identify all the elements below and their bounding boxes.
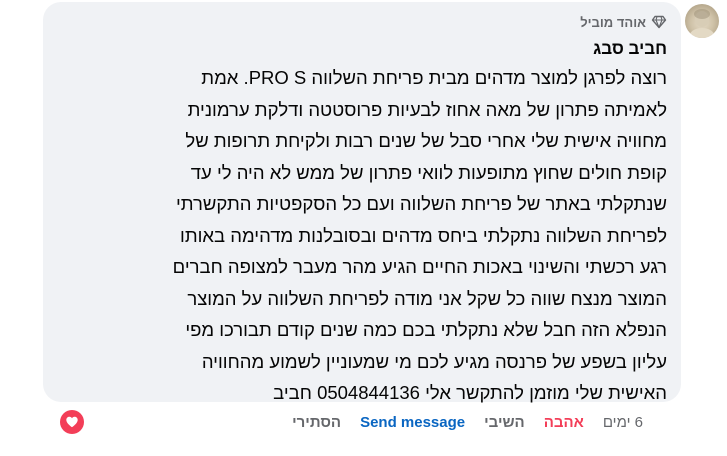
avatar-image [689, 9, 715, 38]
comment-line: מחוויה אישית שלי אחרי סבל של שנים רבות ו… [185, 130, 667, 151]
avatar[interactable] [685, 4, 719, 38]
send-message-button[interactable]: Send message [360, 414, 465, 431]
reply-button[interactable]: השיבי [484, 414, 525, 431]
comment-line: האישית שלי מוזמן להתקשר אלי 0504844136 ח… [273, 382, 667, 403]
love-button[interactable]: אהבה [544, 414, 584, 431]
author-name[interactable]: חביב סבג [55, 38, 667, 60]
comment-line: הנפלא הזה חבל שלא נתקלתי בכם כמה שנים קו… [185, 319, 667, 340]
comment-text: רוצה לפרגן למוצר מדהים מבית פריחת השלווה… [55, 62, 667, 409]
top-fan-badge: אוהד מוביל [55, 12, 667, 32]
diamond-icon [651, 14, 667, 30]
comment-line: לאמיתה פתרון של מאה אחוז לבעיות פרוסטטה … [187, 98, 667, 120]
comment-line: עליון בשפע של פרנסה מגיע לכם מי שמעוניין… [201, 350, 667, 372]
comment-timestamp[interactable]: 6 ימים [603, 414, 643, 431]
comment-line: המוצר מנצח שווה כל שקל אני מודה לפריחת ה… [187, 287, 667, 309]
badge-label: אוהד מוביל [580, 14, 646, 30]
comment-bubble: אוהד מוביל חביב סבג רוצה לפרגן למוצר מדה… [43, 2, 681, 403]
hide-button[interactable]: הסתירי [292, 414, 341, 431]
comment-line: רוצה לפרגן למוצר מדהים מבית פריחת השלווה… [201, 67, 667, 88]
heart-icon [66, 416, 78, 428]
comment-line: רגע רכשתי והשינוי באכות החיים הגיע מהר מ… [172, 256, 667, 277]
comment-line: קופת חולים שחוץ מתופעות לוואי פתרון של מ… [190, 161, 667, 183]
comment-actions: 6 ימים אהבה השיבי Send message הסתירי [273, 410, 643, 434]
comment-container: אוהד מוביל חביב סבג רוצה לפרגן למוצר מדה… [0, 0, 727, 456]
comment-line: שנתקלתי באתר של פריחת השלווה ועם כל הסקפ… [176, 193, 667, 214]
comment-line: לפריחת השלווה נתקלתי ביחס מדהים ובסובלנו… [180, 224, 667, 246]
love-reaction[interactable] [60, 410, 84, 434]
